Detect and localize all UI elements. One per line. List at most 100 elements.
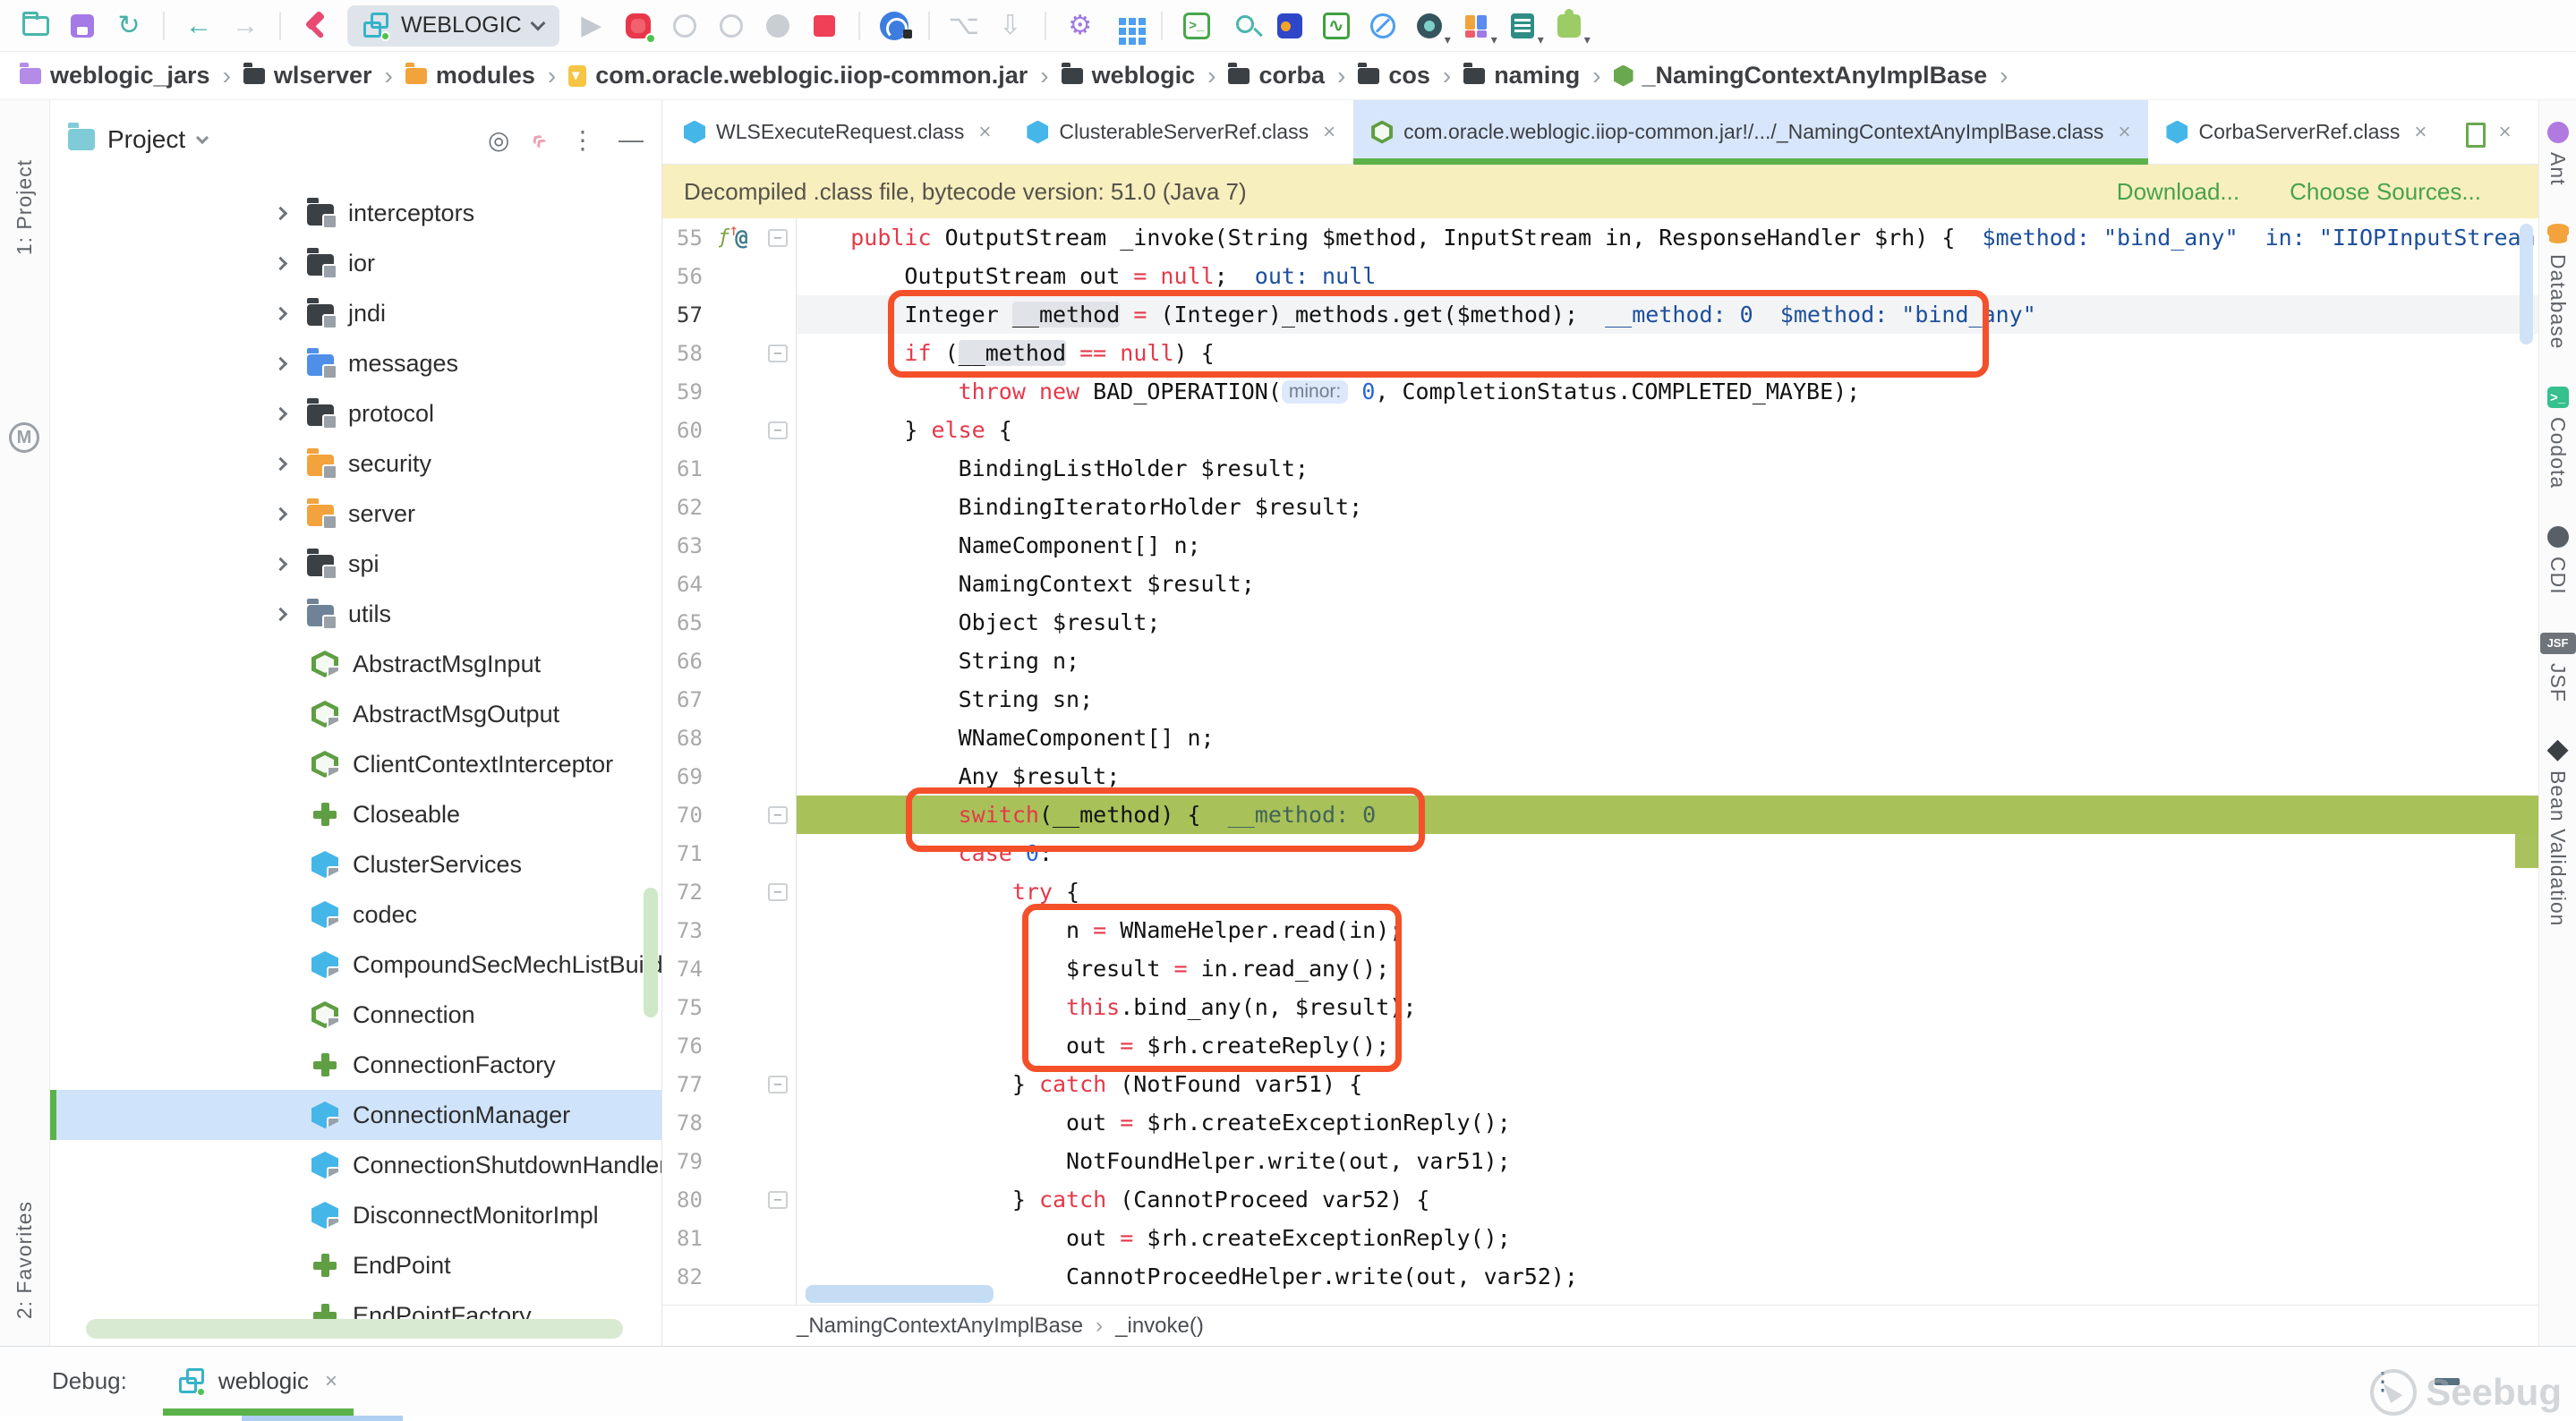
code-line-78[interactable]: 78 out = $rh.createExceptionReply(); <box>662 1103 2538 1142</box>
gauge-plug-icon[interactable] <box>874 6 914 46</box>
breadcrumb-item-cos[interactable]: cos <box>1352 62 1436 89</box>
tool-window-tab-project[interactable]: 1: Project <box>13 159 37 255</box>
tool-window-tab-jsf[interactable]: JSFJSF <box>2540 633 2576 702</box>
project-panel-title[interactable]: Project <box>107 125 185 154</box>
code-text[interactable]: NameComponent[] n; <box>797 526 2538 565</box>
code-text[interactable]: CannotProceedHelper.write(out, var52); <box>797 1257 2538 1296</box>
code-line-63[interactable]: 63 NameComponent[] n; <box>662 526 2538 565</box>
code-line-64[interactable]: 64 NamingContext $result; <box>662 565 2538 603</box>
chevron-down-icon[interactable] <box>196 132 209 144</box>
code-text[interactable]: try { <box>797 872 2538 911</box>
breadcrumb-item-modules[interactable]: modules <box>400 62 541 89</box>
sync-icon[interactable]: ↻ <box>109 6 149 46</box>
editor-tab-3[interactable]: com.oracle.weblogic.iiop-common.jar!/...… <box>1353 100 2148 164</box>
tree-item-clusterservices[interactable]: ClusterServices <box>50 839 661 889</box>
profiler-icon[interactable] <box>712 6 751 46</box>
code-text[interactable]: NotFoundHelper.write(out, var51); <box>797 1142 2538 1180</box>
code-line-71[interactable]: 71 case 0: <box>662 834 2538 872</box>
code-line-70[interactable]: 70− switch(__method) { __method: 0 <box>662 796 2538 834</box>
code-line-56[interactable]: 56 OutputStream out = null; out: null <box>662 257 2538 295</box>
tree-item-server[interactable]: server <box>50 489 661 539</box>
code-text[interactable]: } catch (CannotProceed var52) { <box>797 1180 2538 1219</box>
tree-item-disconnectmonitorimpl[interactable]: DisconnectMonitorImpl <box>50 1190 661 1240</box>
code-text[interactable]: NamingContext $result; <box>797 565 2538 603</box>
code-text[interactable]: n = WNameHelper.read(in); <box>797 911 2538 949</box>
project-vertical-scrollbar[interactable] <box>644 888 658 1017</box>
code-line-76[interactable]: 76 out = $rh.createReply(); <box>662 1026 2538 1065</box>
tool-window-tab-cdi[interactable]: CDI <box>2546 526 2570 595</box>
code-line-57[interactable]: 57 Integer __method = (Integer)_methods.… <box>662 295 2538 334</box>
chevron-right-icon[interactable] <box>274 306 288 320</box>
code-line-66[interactable]: 66 String n; <box>662 642 2538 680</box>
tree-item-utils[interactable]: utils <box>50 589 661 639</box>
close-icon[interactable]: × <box>325 1369 337 1394</box>
code-text[interactable]: throw new BAD_OPERATION(minor: 0, Comple… <box>797 372 2538 411</box>
code-line-65[interactable]: 65 Object $result; <box>662 603 2538 642</box>
code-text[interactable]: String sn; <box>797 680 2538 719</box>
code-line-77[interactable]: 77− } catch (NotFound var51) { <box>662 1065 2538 1103</box>
code-line-75[interactable]: 75 this.bind_any(n, $result); <box>662 988 2538 1026</box>
tree-item-jndi[interactable]: jndi <box>50 288 661 338</box>
tree-item-protocol[interactable]: protocol <box>50 388 661 438</box>
docs-icon[interactable]: ▾ <box>1503 6 1542 46</box>
fold-marker-icon[interactable]: − <box>768 229 788 247</box>
chevron-right-icon[interactable] <box>274 456 288 471</box>
chevron-right-icon[interactable] <box>274 607 288 621</box>
code-text[interactable]: BindingIteratorHolder $result; <box>797 488 2538 526</box>
update-icon[interactable]: ⇩ <box>991 6 1030 46</box>
editor-tab-2[interactable]: ClusterableServerRef.class× <box>1009 100 1353 164</box>
tree-item-clientcontextinterceptor[interactable]: ClientContextInterceptor <box>50 739 661 789</box>
code-line-80[interactable]: 80− } catch (CannotProceed var52) { <box>662 1180 2538 1219</box>
code-line-55[interactable]: 55ƒ↑@− public OutputStream _invoke(Strin… <box>662 218 2538 257</box>
fold-marker-icon[interactable]: − <box>768 806 788 824</box>
code-line-68[interactable]: 68 WNameComponent[] n; <box>662 719 2538 757</box>
code-text[interactable]: } else { <box>797 411 2538 449</box>
error-stripe-exec-mark[interactable] <box>2515 834 2538 868</box>
tree-item-connection[interactable]: Connection <box>50 990 661 1040</box>
close-icon[interactable]: × <box>2498 120 2511 145</box>
coverage-icon[interactable] <box>665 6 704 46</box>
back-icon[interactable]: ← <box>179 6 218 46</box>
breadcrumb-item--namingcontextanyimplbase[interactable]: _NamingContextAnyImplBase <box>1608 62 1993 89</box>
code-line-67[interactable]: 67 String sn; <box>662 680 2538 719</box>
plugin-puzzle-icon[interactable]: ▾ <box>1549 6 1589 46</box>
override-method-icon[interactable]: ƒ↑ <box>718 226 729 249</box>
editor-tab-1[interactable]: WLSExecuteRequest.class× <box>666 100 1009 164</box>
close-icon[interactable]: × <box>2414 120 2427 145</box>
jprofiler-icon[interactable] <box>1270 6 1309 46</box>
locate-icon[interactable]: ◎ <box>488 125 509 155</box>
tree-item-abstractmsgoutput[interactable]: AbstractMsgOutput <box>50 689 661 739</box>
code-text[interactable]: $result = in.read_any(); <box>797 949 2538 988</box>
tree-item-connectionfactory[interactable]: ConnectionFactory <box>50 1040 661 1090</box>
tree-item-abstractmsginput[interactable]: AbstractMsgInput <box>50 639 661 689</box>
editor-tab-4[interactable]: CorbaServerRef.class× <box>2148 100 2444 164</box>
new-folder-icon[interactable] <box>16 6 55 46</box>
search-icon[interactable] <box>1224 6 1263 46</box>
tree-item-endpoint[interactable]: EndPoint <box>50 1240 661 1290</box>
tree-item-codec[interactable]: codec <box>50 889 661 940</box>
breadcrumb-item-wlserver[interactable]: wlserver <box>238 62 378 89</box>
fold-marker-icon[interactable]: − <box>768 883 788 901</box>
code-line-74[interactable]: 74 $result = in.read_any(); <box>662 949 2538 988</box>
chevron-right-icon[interactable] <box>274 256 288 270</box>
code-line-59[interactable]: 59 throw new BAD_OPERATION(minor: 0, Com… <box>662 372 2538 411</box>
code-text[interactable]: out = $rh.createExceptionReply(); <box>797 1103 2538 1142</box>
commit-icon[interactable]: ⌥ <box>944 6 984 46</box>
code-text[interactable]: switch(__method) { __method: 0 <box>797 796 2538 834</box>
tool-window-tab-codota[interactable]: >_Codota <box>2546 387 2570 489</box>
code-line-69[interactable]: 69 Any $result; <box>662 757 2538 796</box>
breadcrumb-item-naming[interactable]: naming <box>1458 62 1585 89</box>
code-text[interactable]: Any $result; <box>797 757 2538 796</box>
code-text[interactable]: WNameComponent[] n; <box>797 719 2538 757</box>
code-text[interactable]: OutputStream out = null; out: null <box>797 257 2538 295</box>
fold-marker-icon[interactable]: − <box>768 345 788 362</box>
tool-window-tab-ant[interactable]: Ant <box>2546 122 2570 186</box>
code-text[interactable] <box>797 1296 2538 1305</box>
download-link[interactable]: Download... <box>2117 178 2239 206</box>
tree-item-connectionmanager[interactable]: ConnectionManager <box>50 1090 661 1140</box>
chevron-right-icon[interactable] <box>274 406 288 421</box>
chevron-right-icon[interactable] <box>274 206 288 220</box>
tool-window-tab-bean-validation[interactable]: Bean Validation <box>2546 740 2570 926</box>
code-line-61[interactable]: 61 BindingListHolder $result; <box>662 449 2538 488</box>
code-line-73[interactable]: 73 n = WNameHelper.read(in); <box>662 911 2538 949</box>
